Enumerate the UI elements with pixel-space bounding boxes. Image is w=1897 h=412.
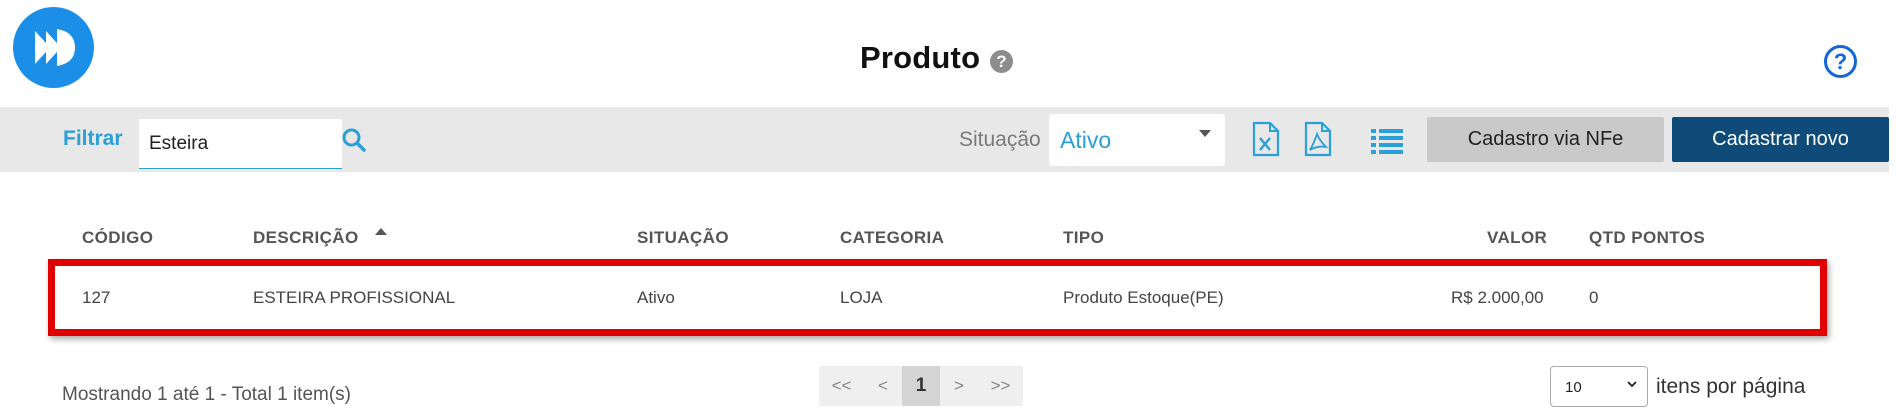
- per-page-label: itens por página: [1656, 375, 1806, 398]
- chevron-down-icon: [1627, 381, 1637, 388]
- column-header-qtd-pontos[interactable]: QTD PONTOS: [1589, 228, 1705, 248]
- cell-tipo: Produto Estoque(PE): [1063, 288, 1224, 307]
- page-size-select[interactable]: 10: [1550, 366, 1648, 407]
- cell-codigo: 127: [82, 288, 111, 307]
- cell-descricao: ESTEIRA PROFISSIONAL: [253, 288, 456, 307]
- situacao-label: Situação: [959, 128, 1041, 151]
- column-header-situacao[interactable]: SITUAÇÃO: [637, 228, 729, 248]
- situacao-value: Ativo: [1060, 127, 1112, 153]
- list-icon[interactable]: [1370, 121, 1404, 157]
- fast-forward-icon: [35, 29, 75, 66]
- page-size-value: 10: [1565, 379, 1582, 396]
- page-1-button[interactable]: 1: [902, 366, 940, 406]
- last-page-button[interactable]: >>: [978, 366, 1023, 406]
- prev-page-button[interactable]: <: [864, 366, 902, 406]
- column-header-valor[interactable]: VALOR: [1487, 228, 1547, 248]
- chevron-down-icon: [1199, 130, 1211, 137]
- column-header-categoria[interactable]: CATEGORIA: [840, 228, 944, 248]
- situacao-select[interactable]: Ativo: [1049, 114, 1225, 166]
- column-header-tipo[interactable]: TIPO: [1063, 228, 1104, 248]
- cadastrar-novo-button[interactable]: Cadastrar novo: [1672, 117, 1889, 162]
- next-page-button[interactable]: >: [940, 366, 978, 406]
- first-page-button[interactable]: <<: [819, 366, 864, 406]
- pdf-icon[interactable]: [1301, 121, 1335, 157]
- cadastro-nfe-button[interactable]: Cadastro via NFe: [1427, 117, 1664, 162]
- page-title: Produto: [860, 40, 981, 75]
- pagination: << < 1 > >>: [819, 366, 1023, 406]
- excel-icon[interactable]: [1249, 121, 1283, 157]
- sort-ascending-icon: [375, 228, 387, 235]
- column-header-descricao[interactable]: DESCRIÇÃO: [253, 228, 359, 248]
- cell-valor: R$ 2.000,00: [1451, 288, 1544, 307]
- cell-categoria: LOJA: [840, 288, 883, 307]
- filter-bar: Filtrar Situação Ativo Cadastro via NFe: [0, 107, 1889, 172]
- cell-situacao: Ativo: [637, 288, 675, 307]
- title-help-icon[interactable]: ?: [990, 50, 1013, 73]
- column-header-codigo[interactable]: CÓDIGO: [82, 228, 153, 248]
- filter-label: Filtrar: [63, 127, 123, 150]
- app-logo[interactable]: [13, 7, 94, 88]
- search-icon[interactable]: [341, 127, 367, 153]
- cell-qtd-pontos: 0: [1589, 288, 1599, 307]
- showing-summary: Mostrando 1 até 1 - Total 1 item(s): [62, 384, 351, 405]
- help-icon[interactable]: ?: [1824, 45, 1857, 78]
- filter-input[interactable]: [139, 119, 342, 169]
